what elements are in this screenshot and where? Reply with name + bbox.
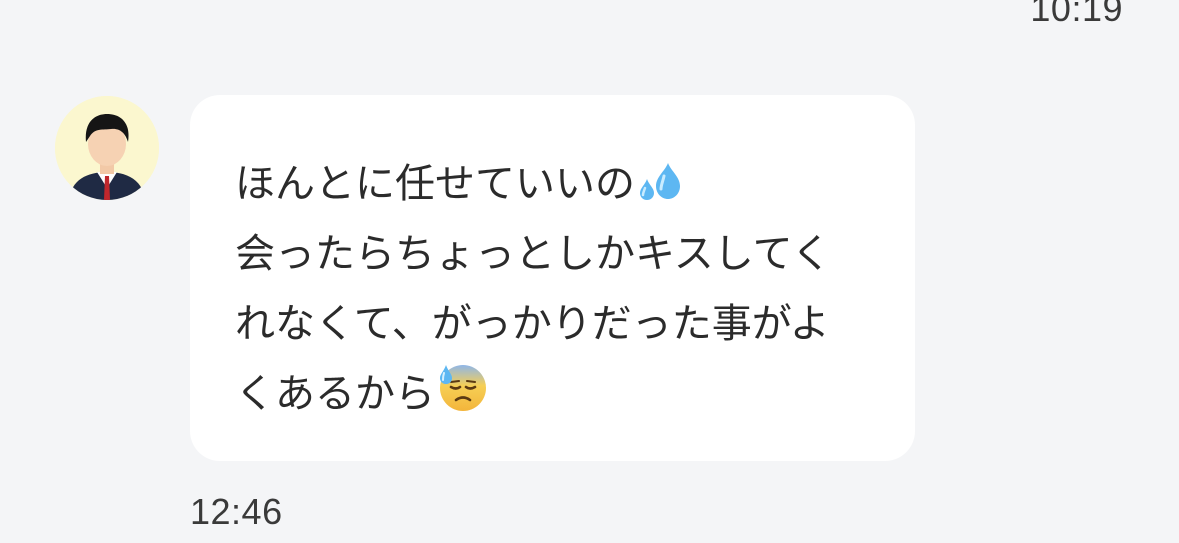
message-text: ほんとに任せていいの — [235, 161, 635, 207]
message-bubble[interactable]: ほんとに任せていいの 会ったらちょっとしかキスしてく れなくて、がっかりだった事… — [190, 95, 915, 461]
message-text: くあるから — [235, 371, 435, 417]
message-line: れなくて、がっかりだった事がよ — [235, 301, 830, 347]
downcast-face-with-sweat-emoji-icon — [437, 361, 489, 435]
previous-message-timestamp: 10:19 — [1030, 0, 1123, 29]
message-line: くあるから — [235, 359, 885, 429]
person-icon — [55, 96, 159, 200]
sweat-droplets-emoji-icon — [637, 155, 683, 225]
user-avatar-icon[interactable] — [55, 96, 159, 200]
message-line: 会ったらちょっとしかキスしてく — [235, 231, 832, 277]
message-line: ほんとに任せていいの — [235, 149, 885, 219]
message-timestamp: 12:46 — [190, 491, 283, 532]
